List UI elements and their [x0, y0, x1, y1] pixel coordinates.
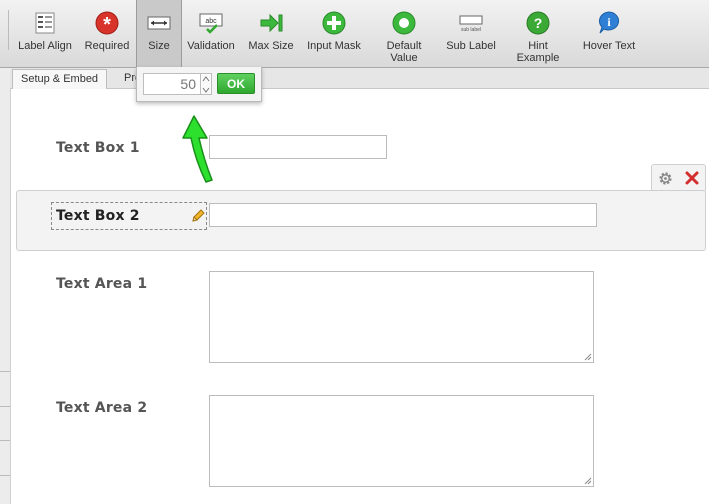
label-align-label: Label Align — [18, 40, 72, 52]
text-area-1-label: Text Area 1 — [56, 276, 148, 292]
required-button[interactable]: * Required — [79, 0, 135, 67]
svg-text:abc: abc — [205, 18, 217, 25]
text-box-2-input[interactable] — [209, 203, 597, 227]
validation-button[interactable]: abc Validation — [182, 0, 240, 67]
delete-icon[interactable] — [685, 171, 699, 185]
gear-icon[interactable] — [658, 171, 673, 186]
size-icon — [147, 16, 171, 30]
hint-icon: ? — [526, 11, 550, 35]
spin-down-icon[interactable] — [202, 87, 210, 93]
default-value-button[interactable]: Default Value — [374, 0, 434, 67]
size-value-input[interactable]: 50 — [143, 73, 201, 95]
validation-label: Validation — [187, 40, 235, 52]
size-label: Size — [148, 40, 170, 52]
tab-bar: Setup & Embed Pro — [10, 68, 709, 89]
sub-label-label: Sub Label — [446, 40, 496, 52]
hover-text-icon: i — [598, 11, 620, 34]
sub-label-button[interactable]: sub label Sub Label — [442, 0, 500, 67]
toolbar-separator — [8, 10, 9, 50]
hint-example-button[interactable]: ? Hint Example — [508, 0, 568, 67]
resize-handle-icon[interactable] — [584, 477, 592, 485]
tab-setup-embed[interactable]: Setup & Embed — [12, 69, 108, 89]
max-size-icon — [260, 13, 283, 33]
svg-text:?: ? — [534, 15, 543, 31]
ok-button[interactable]: OK — [217, 73, 255, 94]
size-spinner[interactable] — [201, 73, 212, 95]
max-size-label: Max Size — [248, 40, 294, 52]
text-box-1-input[interactable] — [209, 135, 387, 159]
default-value-icon — [392, 11, 416, 35]
hover-text-label: Hover Text — [582, 40, 636, 52]
field-controls — [651, 164, 706, 191]
size-popup: 50 OK — [136, 67, 262, 102]
input-mask-button[interactable]: Input Mask — [304, 0, 364, 67]
text-area-1-input[interactable] — [209, 271, 594, 363]
text-area-2-input[interactable] — [209, 395, 594, 487]
text-box-1-label: Text Box 1 — [56, 140, 140, 156]
sub-label-icon: sub label — [459, 15, 483, 33]
hover-text-button[interactable]: i Hover Text — [578, 0, 640, 67]
svg-text:*: * — [103, 14, 111, 35]
text-box-2-label[interactable]: Text Box 2 — [56, 208, 140, 224]
max-size-button[interactable]: Max Size — [244, 0, 298, 67]
text-area-2-label: Text Area 2 — [56, 400, 148, 416]
label-align-icon — [35, 12, 55, 34]
panel-divider — [0, 475, 10, 476]
annotation-arrow-icon — [182, 115, 213, 183]
spin-up-icon[interactable] — [202, 76, 210, 82]
default-value-label: Default Value — [386, 40, 422, 64]
validation-icon: abc — [199, 13, 223, 34]
hint-example-label: Hint Example — [516, 40, 560, 64]
pencil-icon[interactable] — [190, 208, 206, 224]
panel-divider — [0, 371, 10, 372]
input-mask-label: Input Mask — [307, 40, 361, 52]
resize-handle-icon[interactable] — [584, 353, 592, 361]
label-align-button[interactable]: Label Align — [14, 0, 76, 67]
required-icon: * — [95, 11, 119, 35]
toolbar: Label Align * Required Size abc Validati… — [0, 0, 709, 68]
size-button[interactable]: Size — [136, 0, 182, 67]
panel-divider — [0, 440, 10, 441]
svg-text:sub label: sub label — [461, 27, 481, 33]
panel-divider — [0, 406, 10, 407]
left-panel-edge — [0, 68, 11, 504]
required-label: Required — [84, 40, 130, 52]
input-mask-icon — [322, 11, 346, 35]
